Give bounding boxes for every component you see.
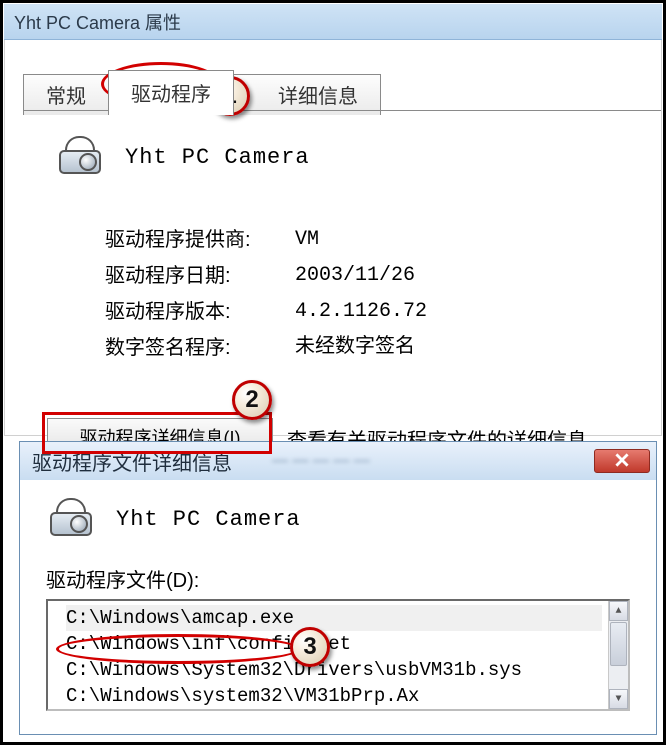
tab-label: 驱动程序 <box>131 84 211 106</box>
device-header: Yht PC Camera <box>55 136 310 178</box>
scroll-thumb[interactable] <box>610 622 627 666</box>
tab-details[interactable]: 详细信息 <box>233 74 381 115</box>
window-title: Yht PC Camera 属性 <box>14 9 181 35</box>
dialog-titlebar[interactable]: 驱动程序文件详细信息 — — — — — <box>20 442 656 480</box>
scrollbar[interactable]: ▲ ▼ <box>608 601 628 709</box>
tab-label: 常规 <box>46 86 86 108</box>
tab-driver[interactable]: 驱动程序 <box>108 70 234 115</box>
tab-general[interactable]: 常规 <box>23 74 109 115</box>
tabs: 常规 驱动程序 详细信息 <box>23 70 381 115</box>
device-name: Yht PC Camera <box>125 145 310 170</box>
dialog-device-header: Yht PC Camera <box>46 498 630 540</box>
list-item[interactable]: C:\Windows\amcap.exe <box>66 605 602 631</box>
scroll-down-button[interactable]: ▼ <box>609 689 628 709</box>
provider-value: VM <box>295 230 319 250</box>
tab-label: 详细信息 <box>278 86 358 108</box>
date-value: 2003/11/26 <box>295 266 415 286</box>
window-body: 常规 驱动程序 详细信息 Yht PC Camera 驱动程序提供商: VM 驱… <box>4 40 662 436</box>
list-item[interactable]: C:\Windows\System32\Drivers\usbVM31b.sys <box>66 657 602 683</box>
driver-file-details-dialog: 驱动程序文件详细信息 — — — — — Yht PC Camera 驱动程序文… <box>20 442 656 734</box>
properties-window: Yht PC Camera 属性 常规 驱动程序 详细信息 Yht PC Cam… <box>4 4 662 436</box>
titlebar[interactable]: Yht PC Camera 属性 <box>4 4 662 40</box>
camera-icon <box>55 136 107 178</box>
scroll-up-button[interactable]: ▲ <box>609 601 628 621</box>
date-label: 驱动程序日期: <box>105 266 295 286</box>
close-icon <box>615 450 629 473</box>
device-name: Yht PC Camera <box>116 507 301 532</box>
version-value: 4.2.1126.72 <box>295 302 427 322</box>
dialog-title: 驱动程序文件详细信息 <box>32 447 232 476</box>
driver-files-label: 驱动程序文件(D): <box>46 564 630 593</box>
version-label: 驱动程序版本: <box>105 302 295 322</box>
chevron-up-icon: ▲ <box>615 606 621 617</box>
chevron-down-icon: ▼ <box>615 694 621 705</box>
close-button[interactable] <box>594 449 650 473</box>
signer-value: 未经数字签名 <box>295 338 415 358</box>
signer-label: 数字签名程序: <box>105 338 295 358</box>
driver-files-listbox[interactable]: C:\Windows\amcap.exe C:\Windows\inf\conf… <box>46 599 630 711</box>
blurred-text: — — — — — <box>272 452 370 470</box>
driver-info: 驱动程序提供商: VM 驱动程序日期: 2003/11/26 驱动程序版本: 4… <box>105 230 427 374</box>
list-item[interactable]: C:\Windows\inf\config.set <box>66 631 602 657</box>
list-item[interactable]: C:\Windows\system32\VM31bPrp.Ax <box>66 683 602 709</box>
camera-icon <box>46 498 98 540</box>
provider-label: 驱动程序提供商: <box>105 230 295 250</box>
